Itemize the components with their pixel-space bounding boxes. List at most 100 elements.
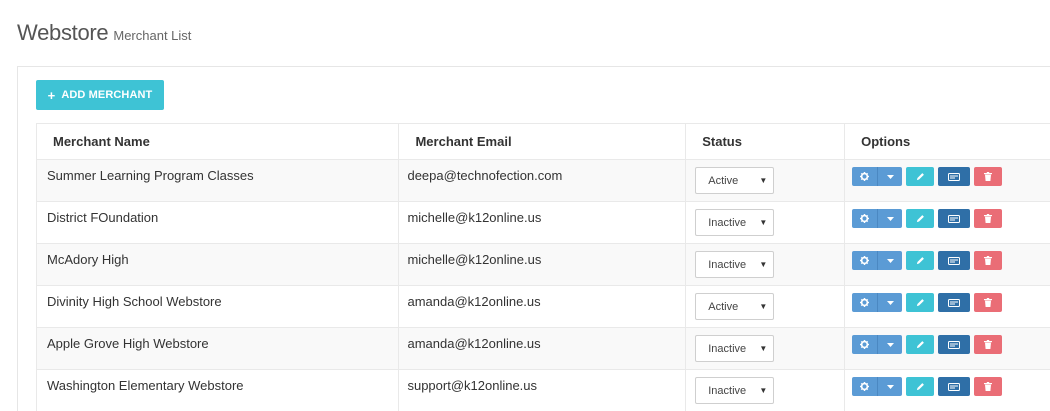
gear-icon	[860, 382, 870, 391]
settings-button[interactable]	[852, 251, 879, 270]
settings-button[interactable]	[852, 209, 879, 228]
merchant-name: District FOundation	[47, 210, 159, 225]
status-value: Active	[708, 174, 739, 187]
table-row: McAdory High michelle@k12online.us Inact…	[35, 243, 1050, 286]
merchant-name-cell: McAdory High	[35, 243, 400, 286]
table-row: Apple Grove High Webstore amanda@k12onli…	[35, 327, 1050, 370]
status-select[interactable]: Inactive ▼	[695, 377, 775, 404]
caret-down-icon: ▼	[759, 302, 768, 311]
settings-split-button	[852, 335, 903, 354]
pencil-icon	[916, 257, 924, 265]
status-value: Inactive	[708, 216, 747, 229]
merchant-email: amanda@k12online.us	[407, 294, 541, 309]
gear-icon	[860, 172, 870, 181]
page-subtitle: Merchant List	[113, 28, 192, 43]
settings-split-button	[852, 251, 903, 270]
merchant-email: amanda@k12online.us	[407, 336, 541, 351]
status-select[interactable]: Inactive ▼	[695, 251, 775, 278]
delete-button[interactable]	[974, 167, 1003, 186]
options-group	[852, 167, 1050, 186]
caret-down-icon: ▼	[759, 260, 768, 269]
table-row: Washington Elementary Webstore support@k…	[35, 369, 1050, 411]
options-cell	[844, 243, 1050, 286]
merchant-email-cell: michelle@k12online.us	[398, 243, 687, 286]
options-group	[852, 377, 1050, 396]
add-merchant-button[interactable]: + ADD MERCHANT	[36, 80, 164, 110]
merchant-email-cell: amanda@k12online.us	[398, 327, 687, 370]
card-button[interactable]	[938, 335, 971, 354]
merchant-table: Merchant Name Merchant Email Status Opti…	[35, 123, 1050, 411]
status-select[interactable]: Inactive ▼	[695, 335, 775, 362]
merchant-name-cell: Washington Elementary Webstore	[35, 369, 400, 411]
delete-button[interactable]	[974, 293, 1003, 312]
trash-icon	[984, 256, 993, 265]
settings-dropdown-button[interactable]	[878, 167, 903, 186]
card-icon	[948, 298, 961, 307]
caret-down-icon	[886, 384, 894, 389]
merchant-name: Summer Learning Program Classes	[47, 168, 254, 183]
options-group	[852, 293, 1050, 312]
settings-split-button	[852, 209, 903, 228]
edit-button[interactable]	[906, 377, 935, 396]
delete-button[interactable]	[974, 377, 1003, 396]
status-value: Inactive	[708, 384, 747, 397]
merchant-email-cell: deepa@technofection.com	[398, 159, 687, 202]
merchant-name: Washington Elementary Webstore	[47, 378, 244, 393]
merchant-email: michelle@k12online.us	[407, 210, 542, 225]
card-icon	[948, 382, 961, 391]
options-cell	[844, 327, 1050, 370]
settings-split-button	[852, 377, 903, 396]
settings-dropdown-button[interactable]	[878, 377, 903, 396]
settings-button[interactable]	[852, 377, 879, 396]
caret-down-icon: ▼	[759, 344, 768, 353]
delete-button[interactable]	[974, 209, 1003, 228]
merchant-name-cell: Summer Learning Program Classes	[35, 159, 400, 202]
gear-icon	[860, 214, 870, 223]
settings-button[interactable]	[852, 335, 879, 354]
settings-dropdown-button[interactable]	[878, 335, 903, 354]
merchant-email-cell: amanda@k12online.us	[398, 285, 687, 328]
edit-button[interactable]	[906, 293, 935, 312]
column-header-status: Status	[685, 123, 846, 160]
caret-down-icon	[886, 258, 894, 263]
caret-down-icon: ▼	[759, 218, 768, 227]
column-header-merchant-email: Merchant Email	[398, 123, 687, 160]
pencil-icon	[916, 299, 924, 307]
merchant-email: deepa@technofection.com	[407, 168, 563, 183]
delete-button[interactable]	[974, 335, 1003, 354]
delete-button[interactable]	[974, 251, 1003, 270]
settings-button[interactable]	[852, 167, 879, 186]
status-select[interactable]: Inactive ▼	[695, 209, 775, 236]
card-icon	[948, 340, 961, 349]
status-select[interactable]: Active ▼	[695, 167, 775, 194]
card-icon	[948, 214, 961, 223]
gear-icon	[860, 298, 870, 307]
edit-button[interactable]	[906, 167, 935, 186]
trash-icon	[984, 172, 993, 181]
gear-icon	[860, 256, 870, 265]
options-cell	[844, 159, 1050, 202]
options-group	[852, 335, 1050, 354]
status-cell: Inactive ▼	[685, 327, 846, 370]
status-cell: Active ▼	[685, 159, 846, 202]
card-icon	[948, 172, 961, 181]
edit-button[interactable]	[906, 251, 935, 270]
status-select[interactable]: Active ▼	[695, 293, 775, 320]
merchant-email: michelle@k12online.us	[407, 252, 542, 267]
pencil-icon	[916, 173, 924, 181]
card-button[interactable]	[938, 167, 971, 186]
settings-dropdown-button[interactable]	[878, 251, 903, 270]
card-button[interactable]	[938, 293, 971, 312]
card-button[interactable]	[938, 251, 971, 270]
settings-dropdown-button[interactable]	[878, 209, 903, 228]
edit-button[interactable]	[906, 209, 935, 228]
card-button[interactable]	[938, 377, 971, 396]
settings-dropdown-button[interactable]	[878, 293, 903, 312]
settings-split-button	[852, 167, 903, 186]
status-cell: Inactive ▼	[685, 243, 846, 286]
edit-button[interactable]	[906, 335, 935, 354]
status-value: Active	[708, 300, 739, 313]
caret-down-icon: ▼	[759, 176, 768, 185]
card-button[interactable]	[938, 209, 971, 228]
settings-button[interactable]	[852, 293, 879, 312]
